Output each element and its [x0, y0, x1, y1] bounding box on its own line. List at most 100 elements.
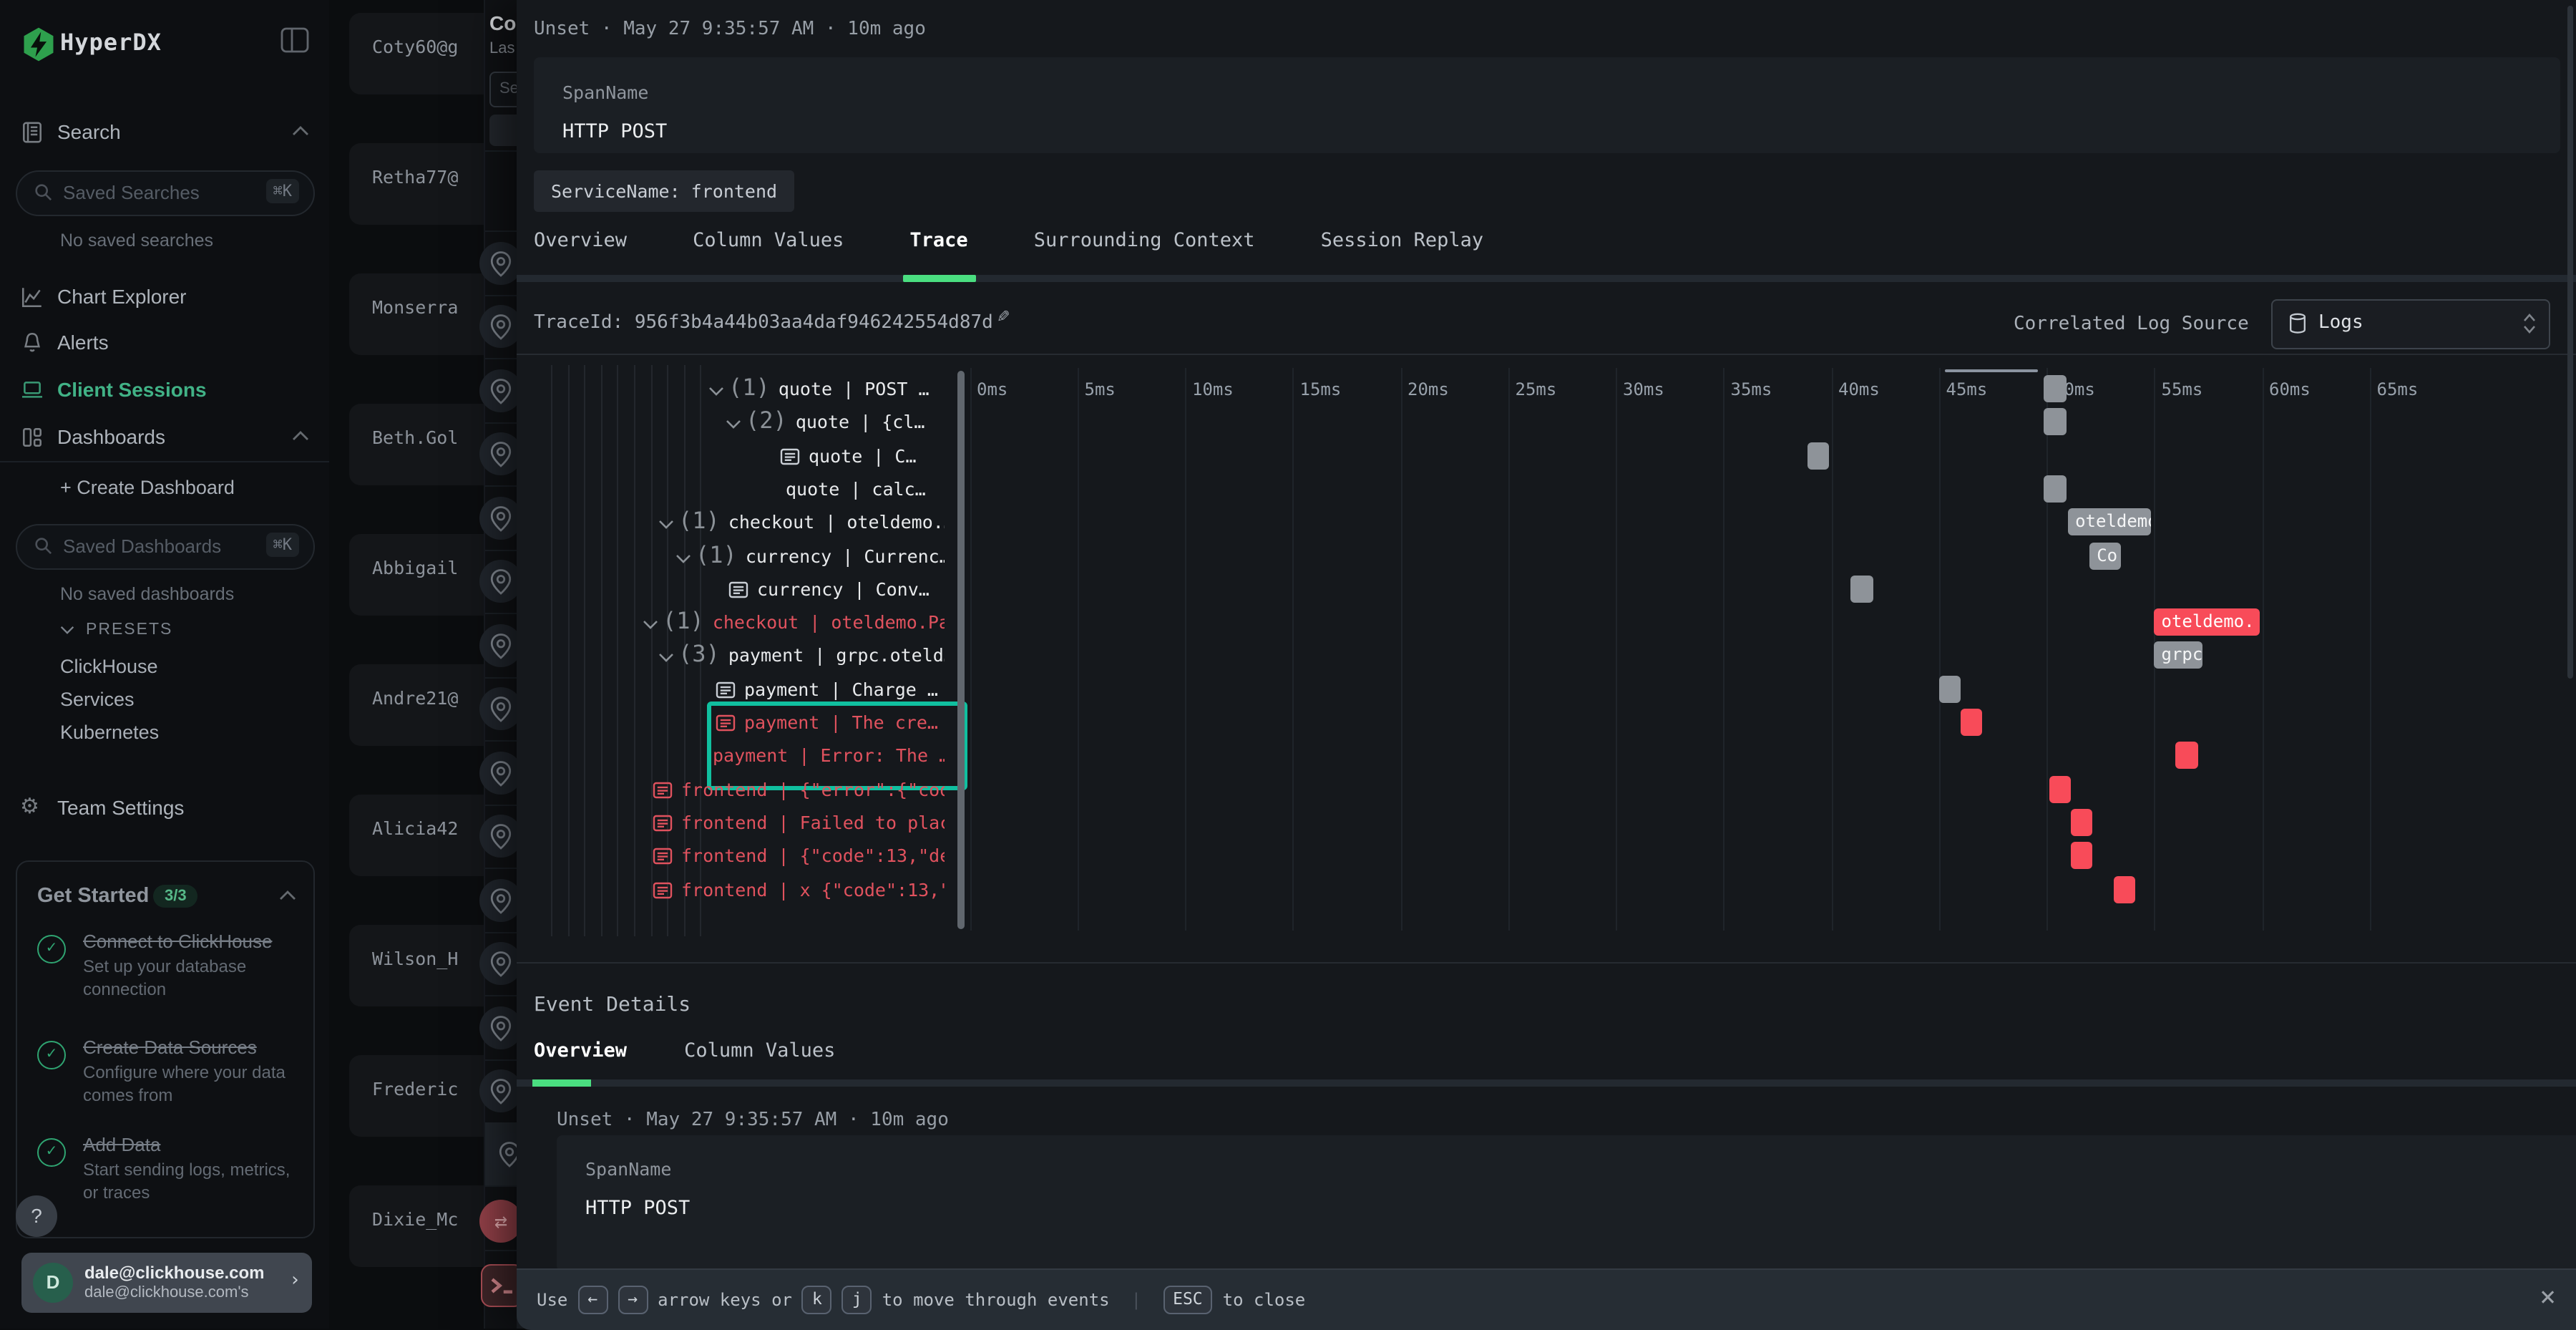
location-pin-icon[interactable]	[479, 878, 522, 921]
timeline-gridline	[1185, 368, 1186, 931]
trace-span-row[interactable]: (1)currency | Currenc…	[675, 540, 945, 573]
trace-span-row[interactable]: payment | Error: The …	[713, 741, 945, 774]
event-details-tab-overview[interactable]: Overview	[534, 1039, 627, 1062]
span-duration-bar[interactable]	[2044, 475, 2067, 503]
sidebar-item-dashboards[interactable]: Dashboards	[0, 419, 329, 457]
sidebar-collapse-icon[interactable]	[280, 27, 309, 53]
location-pin-icon[interactable]	[479, 241, 522, 284]
location-pin-icon[interactable]	[479, 560, 522, 603]
tab-surrounding-context[interactable]: Surrounding Context	[1034, 229, 1255, 275]
session-list-item[interactable]: Dixie_Mc	[349, 1185, 484, 1267]
tab-overview[interactable]: Overview	[534, 229, 627, 275]
tab-trace[interactable]: Trace	[909, 229, 967, 275]
get-started-item[interactable]: ✓ Create Data Sources Configure where yo…	[37, 1037, 295, 1107]
get-started-item[interactable]: ✓ Add Data Start sending logs, metrics, …	[37, 1134, 295, 1205]
sessions-events-panel: Co Las Se ⇄	[484, 0, 519, 1329]
location-pin-icon[interactable]	[479, 496, 522, 539]
trace-span-row[interactable]: currency | Conv…	[728, 574, 930, 607]
sidebar-item-client-sessions[interactable]: Client Sessions	[0, 372, 329, 409]
trace-span-row[interactable]: frontend | Failed to place…	[653, 807, 945, 840]
span-duration-bar[interactable]	[2049, 775, 2071, 802]
span-duration-bar[interactable]	[2070, 809, 2092, 836]
trace-span-row[interactable]: frontend | {"code":13,"det…	[653, 840, 945, 873]
swap-arrows-icon[interactable]: ⇄	[479, 1200, 522, 1243]
sidebar-item-search[interactable]: Search	[0, 115, 329, 152]
chevron-down-icon	[658, 654, 674, 664]
session-list-item[interactable]: Beth.Gol	[349, 404, 484, 485]
location-pin-icon[interactable]	[479, 942, 522, 985]
trace-span-row[interactable]: frontend | x {"code":13,"d…	[653, 874, 945, 907]
trace-span-row[interactable]: quote | calc…	[786, 474, 926, 507]
session-list-item[interactable]: Alicia42	[349, 795, 484, 876]
log-source-select[interactable]: Logs	[2271, 299, 2550, 349]
session-list-item[interactable]: Retha77@	[349, 143, 484, 225]
span-duration-bar[interactable]: oteldemo.C	[2068, 508, 2150, 535]
create-dashboard-button[interactable]: + Create Dashboard	[60, 477, 235, 498]
span-duration-bar[interactable]: Co	[2089, 542, 2120, 569]
span-duration-bar[interactable]	[2044, 409, 2067, 436]
timeline-tick-label: 60ms	[2269, 379, 2311, 399]
session-list-item[interactable]: Wilson_H	[349, 925, 484, 1006]
span-duration-bar[interactable]	[1807, 442, 1830, 469]
preset-kubernetes[interactable]: Kubernetes	[60, 722, 159, 743]
sidebar-item-team-settings[interactable]: ⚙ Team Settings	[0, 790, 329, 827]
session-list-item[interactable]: Abbigail	[349, 534, 484, 616]
session-list-item[interactable]: Coty60@g	[349, 13, 484, 94]
session-list-item[interactable]: Monserra	[349, 273, 484, 355]
location-pin-icon[interactable]	[479, 623, 522, 666]
trace-span-row[interactable]: (1)checkout | oteldemo.Pa…	[643, 607, 945, 640]
location-pin-icon[interactable]	[479, 1006, 522, 1049]
trace-span-row[interactable]: (2)quote | {cl…	[726, 407, 924, 440]
span-duration-bar[interactable]	[2113, 875, 2135, 903]
span-duration-bar[interactable]	[2044, 375, 2067, 402]
trace-span-row[interactable]: (1)checkout | oteldemo.…	[658, 507, 945, 540]
location-pin-icon[interactable]	[479, 1069, 522, 1112]
span-duration-bar[interactable]	[2070, 842, 2092, 869]
preset-services[interactable]: Services	[60, 689, 135, 710]
sidebar-item-label: Dashboards	[57, 425, 165, 448]
divider	[485, 422, 519, 423]
trace-span-row[interactable]: quote | C…	[780, 440, 917, 473]
location-pin-icon[interactable]	[479, 305, 522, 348]
trace-span-row[interactable]: (3)payment | grpc.oteld…	[658, 641, 945, 674]
get-started-title: Get Started	[37, 885, 149, 908]
tab-session-replay[interactable]: Session Replay	[1321, 229, 1484, 275]
trace-span-row[interactable]: payment | Charge …	[716, 674, 938, 707]
span-duration-bar[interactable]	[1850, 576, 1873, 603]
span-duration-bar[interactable]	[1939, 675, 1961, 702]
session-list-item[interactable]: Andre21@	[349, 664, 484, 746]
session-list-item[interactable]: Frederic	[349, 1055, 484, 1137]
span-duration-bar[interactable]	[1961, 709, 1983, 736]
location-pin-icon[interactable]	[479, 369, 522, 412]
presets-toggle[interactable]: PRESETS	[60, 621, 172, 639]
saved-searches-input[interactable]: Saved Searches ⌘K	[16, 170, 315, 216]
user-account-chip[interactable]: D dale@clickhouse.com dale@clickhouse.co…	[21, 1253, 312, 1313]
saved-dashboards-input[interactable]: Saved Dashboards ⌘K	[16, 524, 315, 570]
event-span-name-card: SpanName HTTP POST	[557, 1135, 2576, 1271]
session-user-name: Andre21@	[372, 687, 458, 709]
edit-icon[interactable]: ✎	[997, 305, 1010, 328]
sidebar-item-chart-explorer[interactable]: Chart Explorer	[0, 279, 329, 316]
sidebar-item-alerts[interactable]: Alerts	[0, 325, 329, 362]
get-started-item[interactable]: ✓ Connect to ClickHouse Set up your data…	[37, 931, 295, 1001]
service-name-chip[interactable]: ServiceName: frontend	[534, 170, 794, 212]
event-details-tab-column-values[interactable]: Column Values	[684, 1039, 835, 1062]
tree-scrollbar[interactable]	[957, 371, 965, 929]
trace-span-row[interactable]: (1)quote | POST …	[708, 374, 930, 407]
location-pin-icon[interactable]	[479, 751, 522, 794]
span-label: currency | Conv…	[757, 578, 930, 600]
tab-column-values[interactable]: Column Values	[693, 229, 844, 275]
location-pin-icon[interactable]	[479, 687, 522, 730]
span-duration-bar[interactable]: grpc	[2155, 642, 2202, 669]
span-duration-bar[interactable]	[2176, 742, 2198, 770]
modal-scrollbar[interactable]	[2567, 6, 2573, 679]
span-duration-bar[interactable]: oteldemo.	[2155, 608, 2260, 636]
close-icon[interactable]: ×	[2540, 1281, 2556, 1313]
trace-span-row[interactable]: frontend | {"error":{"code…	[653, 774, 945, 807]
preset-clickhouse[interactable]: ClickHouse	[60, 656, 158, 677]
location-pin-icon[interactable]	[479, 815, 522, 858]
help-button[interactable]: ?	[16, 1195, 57, 1237]
chevron-up-icon[interactable]	[279, 890, 296, 901]
trace-span-row[interactable]: payment | The cre…	[716, 707, 938, 740]
location-pin-icon[interactable]	[479, 432, 522, 475]
